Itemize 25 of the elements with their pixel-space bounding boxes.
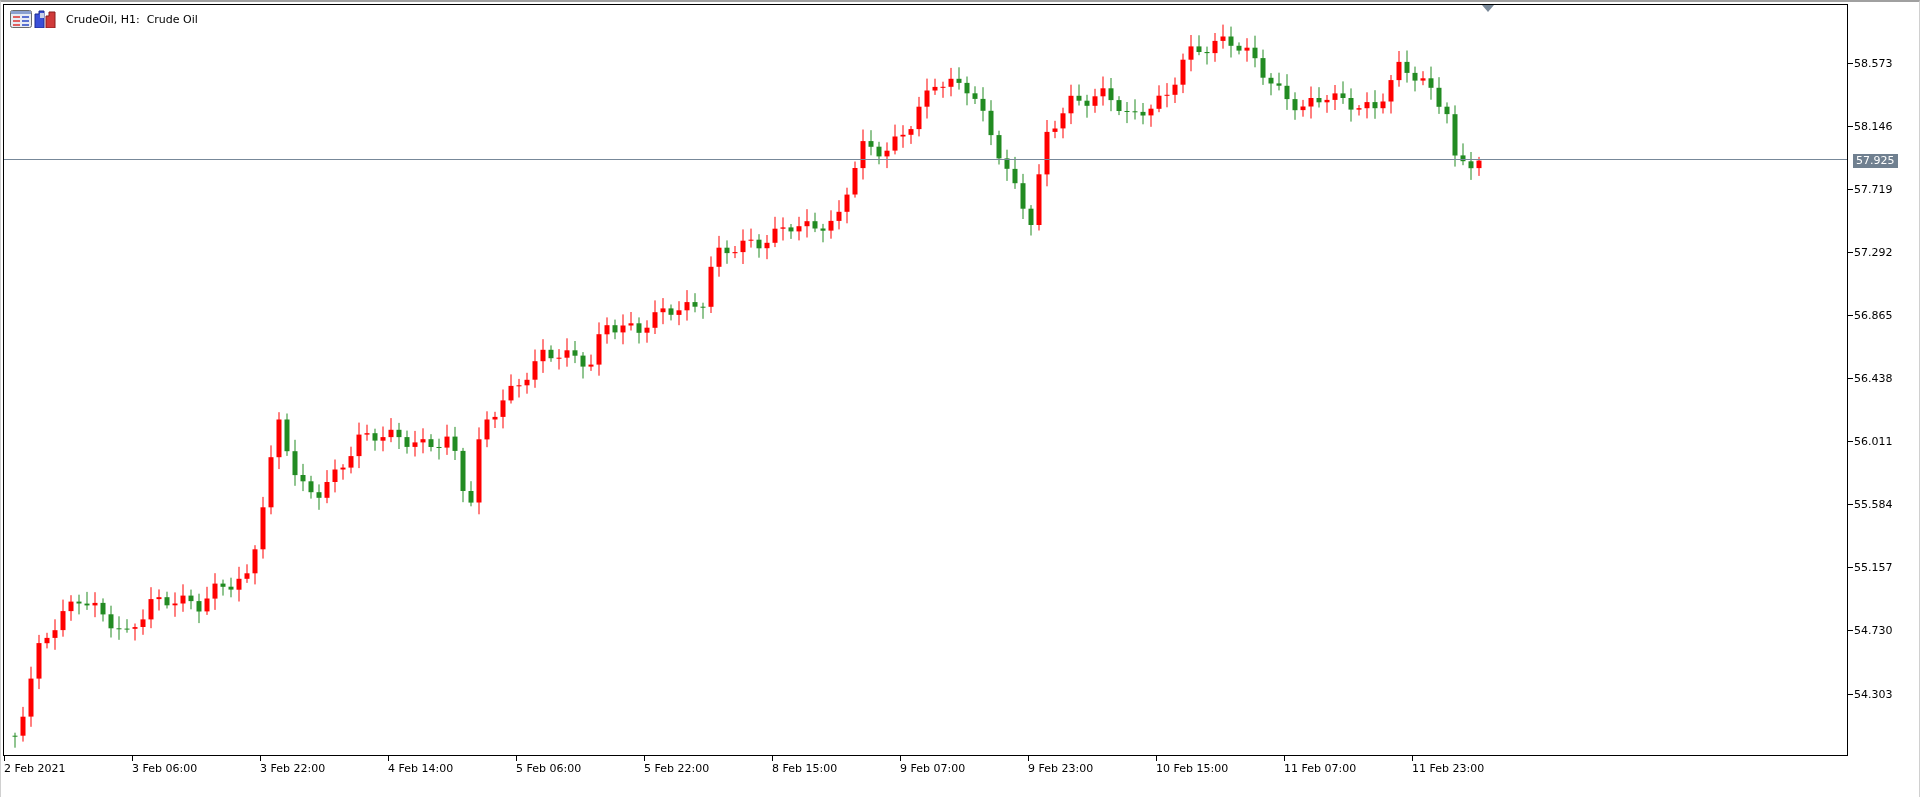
price-axis-label: 56.011 xyxy=(1854,435,1893,449)
price-axis-label: 55.584 xyxy=(1854,498,1893,512)
price-axis-label: 54.730 xyxy=(1854,624,1893,638)
time-axis-label: 11 Feb 07:00 xyxy=(1284,762,1357,775)
time-axis-label: 3 Feb 22:00 xyxy=(260,762,326,775)
current-price-label: 57.925 xyxy=(1853,154,1898,168)
price-axis-label: 57.292 xyxy=(1854,245,1893,259)
price-axis-label: 56.865 xyxy=(1854,308,1893,322)
time-axis-label: 3 Feb 06:00 xyxy=(132,762,198,775)
price-axis-label: 55.157 xyxy=(1854,561,1893,575)
time-axis-label: 9 Feb 07:00 xyxy=(900,762,966,775)
time-axis-label: 10 Feb 15:00 xyxy=(1156,762,1229,775)
time-axis-label: 11 Feb 23:00 xyxy=(1412,762,1485,775)
price-axis-label: 57.719 xyxy=(1854,182,1893,196)
time-axis-label: 5 Feb 22:00 xyxy=(644,762,710,775)
price-axis-label: 58.146 xyxy=(1854,119,1893,133)
chart-title: CrudeOil, H1: Crude Oil xyxy=(66,12,198,26)
price-axis-label: 58.573 xyxy=(1854,56,1893,70)
time-axis-label: 8 Feb 15:00 xyxy=(772,762,838,775)
time-axis-label: 2 Feb 2021 xyxy=(4,762,66,775)
price-axis-label: 56.438 xyxy=(1854,372,1893,385)
time-axis-label: 9 Feb 23:00 xyxy=(1028,762,1094,775)
time-axis-label: 4 Feb 14:00 xyxy=(388,762,454,775)
time-axis-label: 5 Feb 06:00 xyxy=(516,762,582,775)
price-axis-label: 54.303 xyxy=(1854,687,1893,701)
